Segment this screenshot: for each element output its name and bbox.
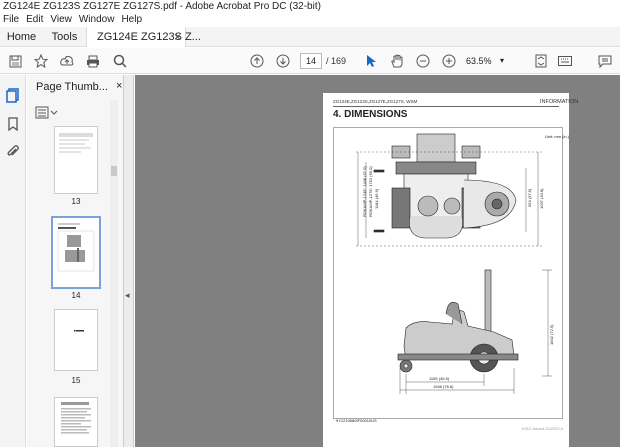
thumbnail-options-button[interactable] <box>35 105 61 121</box>
tab-tools[interactable]: Tools <box>43 27 86 46</box>
comment-icon[interactable] <box>596 52 614 70</box>
footer-code: KISC issued 02/2022 A <box>522 426 564 431</box>
panel-collapse-handle[interactable]: ◂ <box>124 75 134 447</box>
tab-home[interactable]: Home <box>0 27 43 46</box>
search-icon[interactable] <box>111 52 129 70</box>
menu-bar: File Edit View Window Help <box>0 13 620 27</box>
attachment-icon[interactable] <box>5 144 21 160</box>
thumbnail-page-16[interactable] <box>54 397 98 447</box>
menu-file[interactable]: File <box>3 13 19 27</box>
dim-deck-width: 1184 (46.6) <box>374 188 379 209</box>
upload-icon[interactable] <box>58 52 76 70</box>
zoom-level-value: 63.5% <box>466 56 492 66</box>
thumbnail-page-13[interactable] <box>54 126 98 194</box>
top-view-drawing <box>373 133 517 239</box>
menu-help[interactable]: Help <box>121 13 142 27</box>
panel-close-button[interactable]: × <box>116 80 122 92</box>
thumbnail-label-15: 15 <box>71 376 81 385</box>
dim-overall-length: 1946 (76.6) <box>433 384 454 389</box>
header-rule <box>333 106 559 107</box>
print-icon[interactable] <box>84 52 102 70</box>
tab-document-label: ZG124E ZG123S Z... <box>97 31 201 43</box>
down-arrow-icon[interactable] <box>274 52 292 70</box>
bookmark-icon[interactable] <box>5 116 21 132</box>
page-thumbnails-icon[interactable] <box>5 87 21 103</box>
tab-close-button[interactable]: × <box>174 27 181 47</box>
thumbnails-scrollbar[interactable] <box>110 100 118 447</box>
hand-icon[interactable] <box>388 52 406 70</box>
menu-window[interactable]: Window <box>79 13 115 27</box>
tab-bar: Home Tools ZG124E ZG123S Z... × <box>0 27 620 47</box>
thumbnails-panel-title: Page Thumb... <box>36 81 108 93</box>
star-icon[interactable] <box>32 52 50 70</box>
thumbnail-page-14[interactable] <box>51 216 101 289</box>
window-title: ZG124E ZG123S ZG127E ZG127S.pdf - Adobe … <box>0 0 620 13</box>
figure-reference: 9Y1210680IF00010US <box>336 418 377 423</box>
thumbnail-page-15[interactable] <box>54 309 98 371</box>
dim-overall-height: 1842 (72.5) <box>549 324 554 345</box>
dim-height-1: 954 (37.6) <box>527 188 532 207</box>
thumbnail-label-13: 13 <box>71 197 81 206</box>
document-page: ZG124E,ZG123S,ZG127E,ZG127S, WSM INFORMA… <box>323 93 578 447</box>
toolbar: 14 / 169 63.5% ▾ <box>0 48 620 74</box>
page-total: / 169 <box>326 56 347 66</box>
thumbnail-label-14: 14 <box>71 291 81 300</box>
menu-view[interactable]: View <box>50 13 72 27</box>
side-view-drawing <box>397 269 519 373</box>
zoom-in-icon[interactable] <box>440 52 458 70</box>
page-header-right: INFORMATION <box>540 99 579 105</box>
section-heading: 4. DIMENSIONS <box>333 109 408 120</box>
zoom-level-select[interactable]: 63.5% ▾ <box>466 53 512 69</box>
fit-page-icon[interactable] <box>532 52 550 70</box>
keyboard-icon[interactable] <box>556 52 574 70</box>
dim-top-width-2: ROKAMP-127E: 1752 (69.0) <box>368 166 373 217</box>
page-header-left: ZG124E,ZG123S,ZG127E,ZG127S, WSM <box>333 99 418 104</box>
dim-wheelbase: 1155 (45.5) <box>429 376 450 381</box>
save-icon[interactable] <box>6 52 24 70</box>
left-rail <box>0 75 26 447</box>
cursor-icon[interactable] <box>362 52 380 70</box>
collapse-arrow-icon: ◂ <box>125 290 130 300</box>
dim-height-2: 1037 (40.8) <box>539 188 544 209</box>
zoom-out-icon[interactable] <box>414 52 432 70</box>
menu-edit[interactable]: Edit <box>26 13 43 27</box>
page-number-input[interactable]: 14 <box>300 53 322 69</box>
zoom-dropdown-icon: ▾ <box>500 56 505 65</box>
unit-note: Unit: mm (in.) <box>545 134 569 139</box>
scrollbar-thumb[interactable] <box>111 166 117 176</box>
tab-document[interactable]: ZG124E ZG123S Z... × <box>86 27 201 47</box>
up-arrow-icon[interactable] <box>248 52 266 70</box>
dim-top-width-1: ROKAMP-124E: 1448 (57.0) <box>362 166 367 217</box>
